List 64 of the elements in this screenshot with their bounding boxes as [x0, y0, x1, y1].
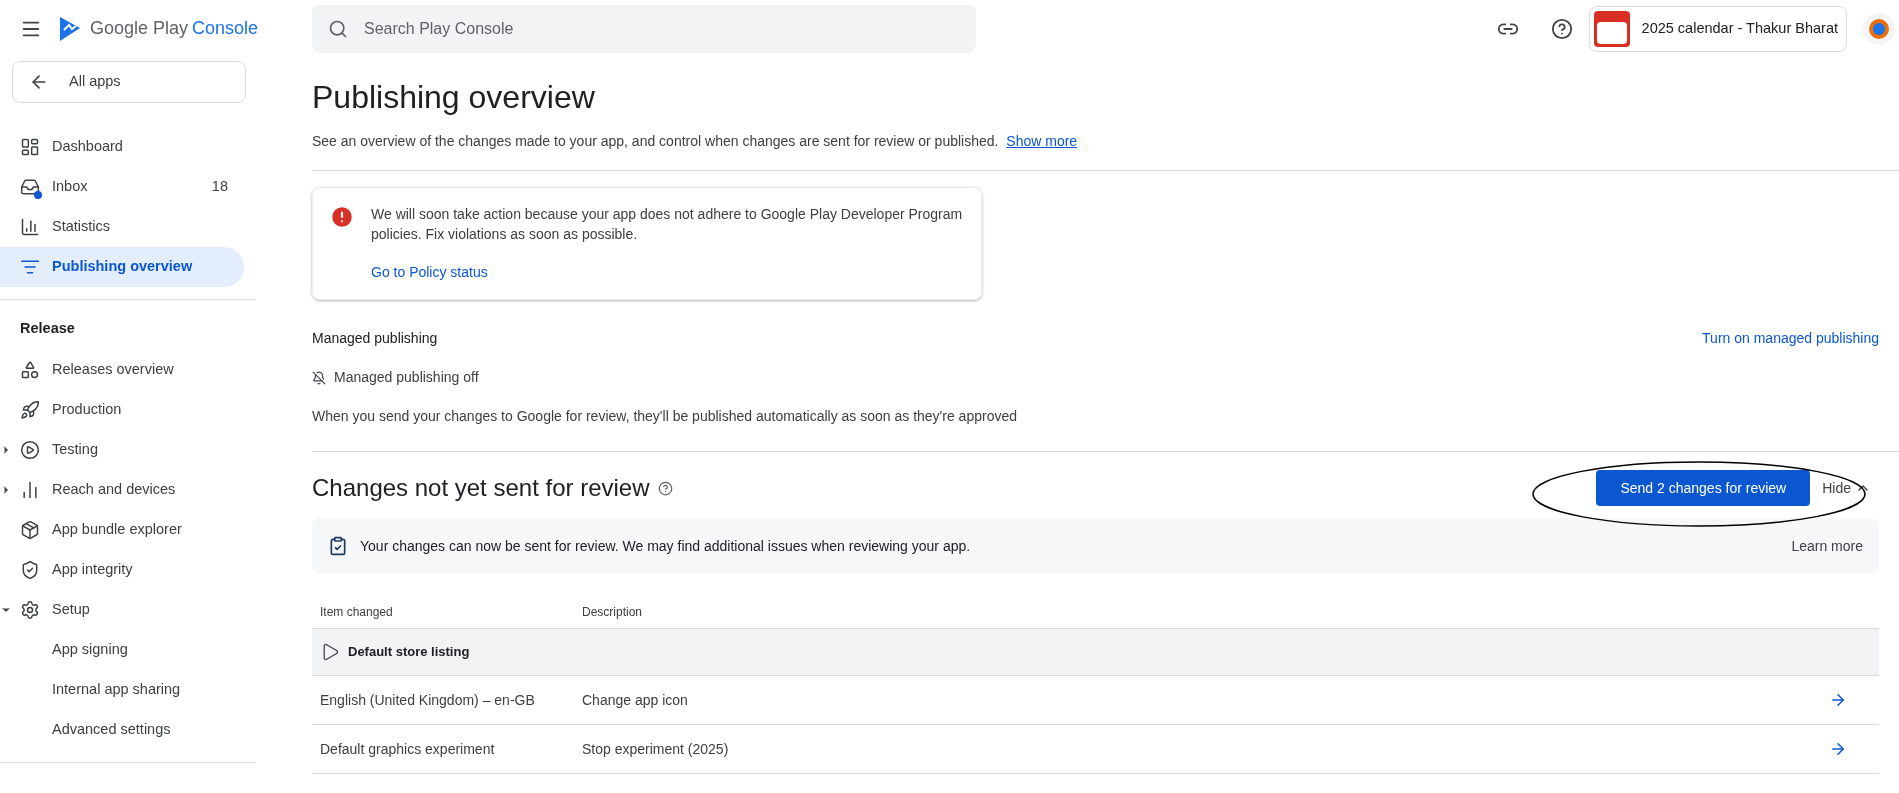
alert-message: We will soon take action because your app does not adhere to Google Play Developer Program policies. Fix violations as soon as possible.: [371, 205, 964, 244]
nav-item[interactable]: Dashboard: [0, 127, 244, 167]
table-cell-text: Default graphics experiment: [319, 739, 496, 759]
nav-item[interactable]: Setup: [0, 589, 244, 630]
section-label: Managed publishing: [312, 329, 438, 348]
help-icon: [657, 480, 673, 496]
nav-item[interactable]: App bundle explorer: [0, 509, 244, 550]
nav-item[interactable]: Publishing overview: [0, 247, 244, 287]
nav-item[interactable]: Inbox 18: [0, 167, 244, 207]
section-title: Changes not yet sent for review: [312, 473, 650, 503]
managed-publishing-link[interactable]: Turn on managed publishing: [1702, 328, 1879, 349]
status-text: Managed publishing off: [334, 368, 479, 387]
rocket-icon: [20, 399, 40, 420]
inbox-icon: [20, 177, 40, 197]
table-cell-text: English (United Kingdom) – en-GB: [319, 690, 536, 710]
nav-item[interactable]: Statistics: [0, 207, 244, 247]
managed-publishing-description: When you send your changes to Google for review, they'll be published automatically as soon as they're approved: [312, 407, 1018, 426]
nav-item[interactable]: Internal app sharing: [0, 669, 244, 710]
page-title: Publishing overview: [312, 78, 596, 117]
column-header: Item changed: [319, 604, 394, 621]
nav-item[interactable]: Reach and devices: [0, 469, 244, 510]
play-circle-icon: [20, 439, 40, 460]
banner-text: Your changes can now be sent for review. We may find additional issues when reviewing your app.: [360, 536, 972, 556]
account-avatar[interactable]: [1863, 12, 1895, 45]
arrow-right-icon[interactable]: [1829, 691, 1847, 709]
table-cell-text: Change app icon: [582, 690, 689, 710]
section-label: Release: [19, 319, 76, 338]
search-field[interactable]: Search Play Console: [312, 4, 976, 53]
settings-icon: [20, 599, 40, 620]
search-input[interactable]: Search Play Console: [364, 16, 960, 41]
nav-item[interactable]: Advanced settings: [0, 709, 244, 750]
column-header: Description: [582, 604, 643, 621]
package-icon: [20, 519, 40, 540]
play-logo-icon: [58, 15, 82, 42]
app-logo[interactable]: Google Play Console: [58, 15, 259, 42]
shield-icon: [20, 559, 40, 580]
page-description: See an overview of the changes made to your app, and control when changes are sent for review or published.: [312, 133, 999, 149]
clipboard-icon: [328, 536, 348, 556]
nav-item[interactable]: Production: [0, 389, 244, 430]
policy-status-link[interactable]: Go to Policy status: [371, 262, 965, 283]
bar-chart-icon: [20, 217, 40, 237]
bar-chart-icon: [20, 479, 40, 500]
count-label: 18: [211, 177, 228, 197]
search-icon: [328, 18, 348, 39]
all-apps-button[interactable]: All apps: [12, 61, 246, 103]
learn-more-link[interactable]: Learn more: [1791, 535, 1863, 557]
help-icon[interactable]: [1550, 17, 1573, 40]
table-cell-text: Stop experiment (2025): [582, 739, 730, 759]
app-icon: [1593, 10, 1630, 47]
hide-button[interactable]: Hide: [1822, 477, 1871, 499]
dashboard-icon: [20, 137, 40, 157]
nav-item[interactable]: Releases overview: [0, 349, 244, 390]
send-for-review-button[interactable]: Send 2 changes for review: [1596, 470, 1811, 506]
app-selector[interactable]: 2025 calendar - Thakur Bharat: [1588, 5, 1847, 52]
nav-item[interactable]: Testing: [0, 429, 244, 470]
list-icon: [20, 257, 40, 277]
bell-off-icon: [312, 370, 326, 385]
shapes-icon: [20, 359, 40, 380]
group-label: Default store listing: [348, 643, 470, 662]
arrow-right-icon[interactable]: [1829, 740, 1847, 758]
show-more-link[interactable]: Show more: [1006, 133, 1078, 149]
error-icon: [329, 204, 355, 230]
nav-item[interactable]: App integrity: [0, 549, 244, 590]
nav-item[interactable]: App signing: [0, 629, 244, 670]
